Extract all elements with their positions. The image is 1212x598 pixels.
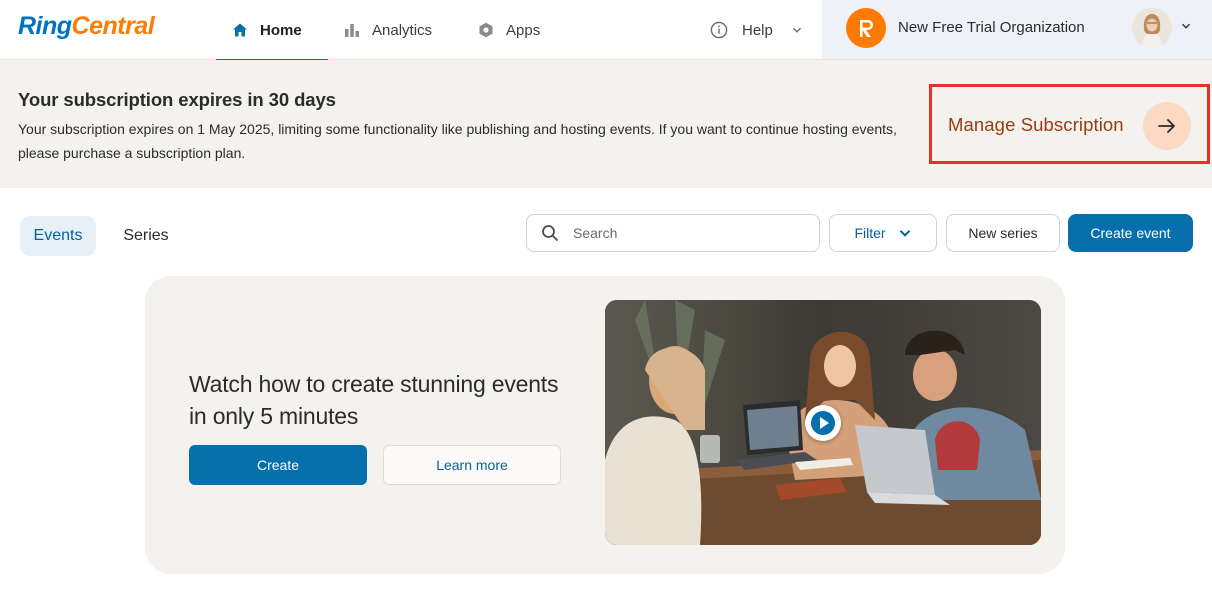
user-avatar[interactable] [1132, 8, 1172, 48]
nav-tab-apps-label: Apps [506, 21, 541, 39]
arrow-right-icon [1143, 102, 1191, 150]
top-navigation-bar: RingCentral Home Analytics Apps Help New… [0, 0, 1212, 61]
info-icon [710, 21, 728, 39]
search-input[interactable] [573, 225, 803, 241]
nav-tab-home[interactable]: Home [216, 0, 328, 61]
tutorial-video-thumbnail[interactable] [605, 300, 1041, 545]
subscription-banner: Your subscription expires in 30 days You… [0, 60, 1212, 188]
banner-description: Your subscription expires on 1 May 2025,… [18, 121, 897, 161]
promo-card: Watch how to create stunning events in o… [145, 276, 1065, 574]
help-label: Help [742, 21, 773, 39]
manage-subscription-label: Manage Subscription [948, 114, 1124, 135]
organization-name: New Free Trial Organization [898, 19, 1085, 36]
bar-chart-icon [345, 24, 359, 37]
learn-more-button[interactable]: Learn more [383, 445, 561, 485]
organization-logo-icon [846, 8, 886, 48]
filter-label: Filter [854, 225, 886, 241]
home-icon [233, 23, 247, 37]
tab-events[interactable]: Events [20, 216, 96, 256]
create-event-button[interactable]: Create event [1068, 214, 1193, 252]
filter-button[interactable]: Filter [829, 214, 937, 252]
promo-title: Watch how to create stunning events in o… [189, 371, 559, 429]
help-menu[interactable]: Help [710, 0, 803, 60]
nav-tab-analytics[interactable]: Analytics [344, 0, 432, 60]
ringcentral-logo[interactable]: RingCentral [18, 10, 155, 42]
search-icon [542, 225, 558, 241]
chevron-down-icon [899, 230, 910, 237]
search-box[interactable] [526, 214, 820, 252]
tab-series[interactable]: Series [108, 216, 184, 256]
banner-title: Your subscription expires in 30 days [18, 89, 336, 110]
new-series-button[interactable]: New series [946, 214, 1060, 252]
hexagon-icon [479, 22, 493, 38]
nav-tab-analytics-label: Analytics [372, 21, 433, 39]
manage-subscription-highlight: Manage Subscription [929, 84, 1210, 164]
promo-create-button[interactable]: Create [189, 445, 367, 485]
nav-tab-home-label: Home [260, 21, 302, 39]
play-icon [811, 411, 835, 435]
organization-panel[interactable]: New Free Trial Organization [822, 0, 1212, 59]
account-chevron-down-icon[interactable] [1180, 20, 1192, 32]
play-button[interactable] [805, 405, 841, 441]
chevron-down-icon [792, 27, 801, 33]
nav-tab-apps[interactable]: Apps [478, 0, 540, 60]
manage-subscription-button[interactable]: Manage Subscription [948, 100, 1194, 150]
